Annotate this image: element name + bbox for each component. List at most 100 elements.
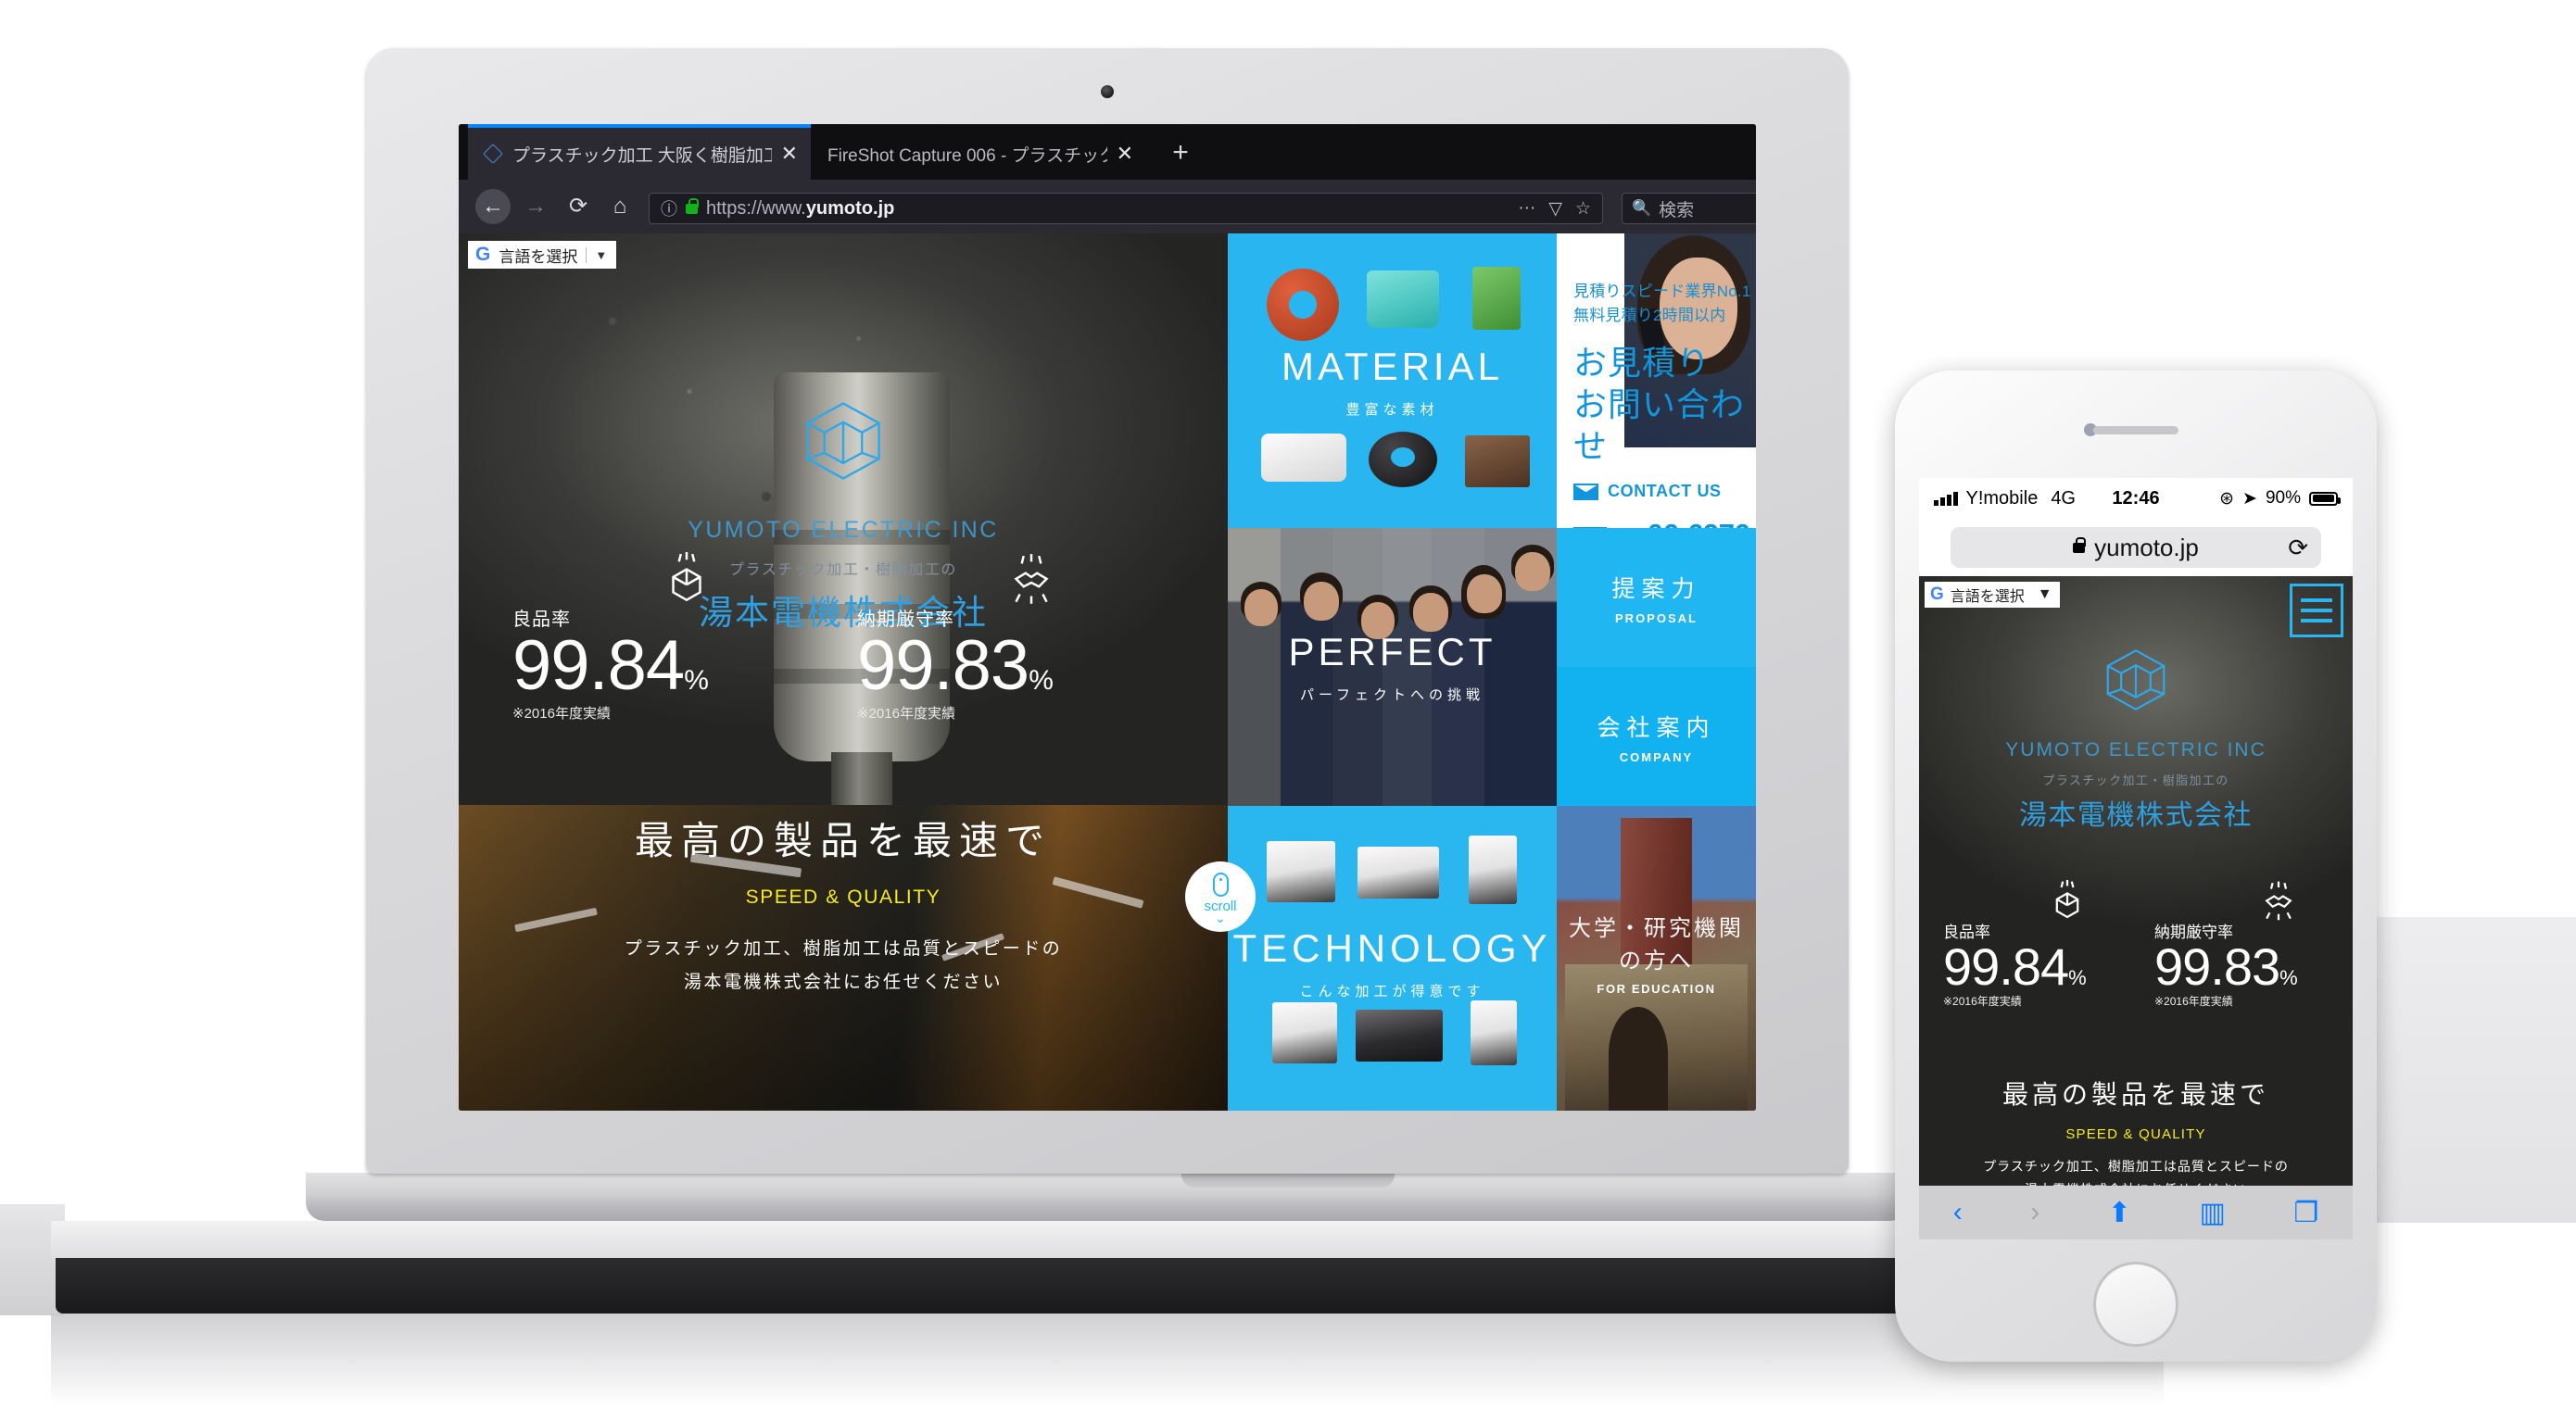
share-icon[interactable]: ⬆ bbox=[2108, 1197, 2131, 1229]
tab-title: FireShot Capture 006 - プラスチック bbox=[827, 145, 1107, 166]
tab-active[interactable]: プラスチック加工 大阪く樹脂加工 ✕ bbox=[468, 128, 811, 180]
tile-title: 提案力 bbox=[1611, 575, 1701, 602]
cnc-machine-4 bbox=[1272, 1002, 1337, 1063]
google-icon: G bbox=[475, 244, 491, 265]
tel-row[interactable]: 大阪 TEL 06-6976-33 bbox=[1573, 520, 1756, 528]
clock-label: 12:46 bbox=[2112, 487, 2160, 509]
logo-english: YUMOTO ELECTRIC INC bbox=[2005, 739, 2267, 761]
stat-quality: 良品率 99.84% ※2016年度実績 bbox=[512, 552, 709, 723]
reload-icon[interactable]: ⟳ bbox=[2288, 534, 2308, 562]
back-icon[interactable]: ‹ bbox=[1953, 1197, 1963, 1228]
tile-proposal[interactable]: 提案力 PROPOSAL bbox=[1557, 528, 1756, 667]
earpiece-speaker bbox=[2093, 426, 2178, 434]
hero-logo: YUMOTO ELECTRIC INC プラスチック加工・樹脂加工の 湯本電機株… bbox=[459, 398, 1228, 635]
url-text: https://www.yumoto.jp bbox=[706, 197, 895, 219]
hero-tagline: 最高の製品を最速で SPEED & QUALITY プラスチック加工、樹脂加工は… bbox=[459, 810, 1228, 999]
iphone-device: Y!mobile 4G 12:46 ⊛ ➤ 90% yumoto.jp ⟳ G … bbox=[1895, 371, 2377, 1362]
translate-label: 言語を選択 bbox=[499, 247, 578, 266]
chevron-down-icon[interactable]: ▼ bbox=[595, 248, 607, 262]
contact-heading: お見積り お問い合わせ bbox=[1573, 344, 1746, 465]
macbook-base bbox=[306, 1173, 1909, 1221]
stat-delivery: 納期厳守率 99.83% ※2016年度実績 bbox=[857, 554, 1054, 723]
back-icon[interactable]: ← bbox=[475, 189, 511, 224]
search-placeholder: 検索 bbox=[1659, 200, 1695, 220]
stat-value: 99.84% bbox=[1943, 937, 2087, 996]
chevron-down-icon[interactable]: ▼ bbox=[2038, 586, 2052, 603]
search-icon: 🔍 bbox=[1632, 199, 1652, 217]
cube-logo-icon bbox=[806, 402, 880, 480]
tile-title: 会社案内 bbox=[1597, 714, 1716, 741]
stat-quality: 良品率 99.84% ※2016年度実績 bbox=[1943, 880, 2087, 1009]
url-text: yumoto.jp bbox=[2094, 533, 2199, 561]
hero-section: YUMOTO ELECTRIC INC プラスチック加工・樹脂加工の 湯本電機株… bbox=[459, 233, 1228, 1111]
tagline-japanese: 最高の製品を最速で bbox=[634, 819, 1052, 862]
page-actions-icon[interactable]: ··· bbox=[1518, 198, 1535, 219]
logo-english: YUMOTO ELECTRIC INC bbox=[688, 517, 999, 543]
hamburger-menu-icon[interactable] bbox=[2290, 584, 2343, 637]
google-icon: G bbox=[1930, 585, 1944, 604]
reload-icon[interactable]: ⟳ bbox=[561, 189, 596, 224]
cnc-machine-1 bbox=[1267, 841, 1335, 902]
webcam-icon bbox=[1101, 85, 1114, 98]
address-bar[interactable]: ⓘ https://www.yumoto.jp ··· ▽ ☆ bbox=[649, 193, 1603, 224]
macbook-screen: プラスチック加工 大阪く樹脂加工 ✕ FireShot Capture 006 … bbox=[459, 124, 1756, 1111]
part-white-connector bbox=[1261, 434, 1346, 482]
tile-education[interactable]: 大学・研究機関の方へ FOR EDUCATION bbox=[1557, 806, 1756, 1111]
scene: プラスチック加工 大阪く樹脂加工 ✕ FireShot Capture 006 … bbox=[0, 0, 2576, 1408]
contact-lead: 見積りスピード業界No.1 無料見積り2時間以内 bbox=[1573, 283, 1751, 324]
forward-icon[interactable]: → bbox=[518, 189, 553, 224]
chevron-down-icon: ⌄ bbox=[1215, 910, 1226, 925]
material-heading: MATERIAL 豊富な素材 bbox=[1228, 345, 1557, 419]
mobile-tagline: 最高の製品を最速で SPEED & QUALITY プラスチック加工、樹脂加工は… bbox=[1919, 1075, 2353, 1186]
bookmarks-icon[interactable]: ▥ bbox=[2199, 1197, 2225, 1229]
tile-technology[interactable]: TECHNOLOGY こんな加工が得意です bbox=[1228, 806, 1557, 1111]
part-red-ring bbox=[1267, 269, 1339, 341]
logo-subtitle: プラスチック加工・樹脂加工の bbox=[2042, 773, 2229, 787]
navigation-toolbar: ← → ⟳ ⌂ ⓘ https://www.yumoto.jp ··· ▽ ☆ bbox=[459, 180, 1756, 233]
tile-perfect[interactable]: PERFECT パーフェクトへの挑戦 bbox=[1228, 528, 1557, 806]
macbook-notch bbox=[1181, 1173, 1395, 1188]
technology-heading: TECHNOLOGY こんな加工が得意です bbox=[1228, 926, 1557, 1000]
stat-value: 99.83% bbox=[2154, 937, 2298, 996]
google-translate-widget[interactable]: G 言語を選択 ▼ bbox=[468, 241, 617, 269]
tile-material[interactable]: MATERIAL 豊富な素材 bbox=[1228, 233, 1557, 528]
scroll-button[interactable]: scroll ⌄ bbox=[1185, 861, 1256, 932]
tile-contact[interactable]: 見積りスピード業界No.1 無料見積り2時間以内 お見積り お問い合わせ CONTA… bbox=[1557, 233, 1756, 528]
tab-inactive[interactable]: FireShot Capture 006 - プラスチック ✕ bbox=[813, 128, 1146, 180]
home-button[interactable] bbox=[2093, 1262, 2178, 1347]
telephone-list: 大阪 TEL 06-6976-33 東京 TEL 03-5426-33 bbox=[1573, 520, 1756, 528]
cnc-machine-3 bbox=[1469, 836, 1517, 904]
lock-icon bbox=[2073, 536, 2087, 553]
lock-icon bbox=[686, 197, 699, 214]
stat-note: ※2016年度実績 bbox=[857, 706, 955, 723]
macbook-lid: プラスチック加工 大阪く樹脂加工 ✕ FireShot Capture 006 … bbox=[366, 48, 1849, 1261]
tab-close-icon[interactable]: ✕ bbox=[781, 142, 798, 166]
new-tab-button[interactable]: + bbox=[1165, 139, 1196, 170]
url-pill[interactable]: yumoto.jp ⟳ bbox=[1951, 527, 2321, 568]
desk-shadow-band bbox=[56, 1258, 2159, 1314]
home-icon[interactable]: ⌂ bbox=[602, 189, 638, 224]
search-bar[interactable]: 🔍 検索 bbox=[1622, 193, 1756, 224]
logo-japanese: 湯本電機株式会社 bbox=[2019, 800, 2253, 831]
part-brown-mold bbox=[1465, 435, 1530, 487]
tabs-icon[interactable]: ❐ bbox=[2293, 1197, 2318, 1229]
handshake-icon bbox=[2265, 881, 2292, 921]
bookmark-star-icon[interactable]: ☆ bbox=[1575, 198, 1591, 220]
tile-subtitle: COMPANY bbox=[1619, 749, 1694, 764]
forward-icon[interactable]: › bbox=[2030, 1197, 2039, 1228]
contact-us-row[interactable]: CONTACT US bbox=[1573, 482, 1756, 501]
google-translate-widget[interactable]: G 言語を選択 ▼ bbox=[1925, 582, 2060, 608]
tel-city: 大阪 bbox=[1573, 527, 1607, 528]
handshake-icon bbox=[1014, 554, 1049, 604]
pocket-icon[interactable]: ▽ bbox=[1548, 198, 1562, 220]
cube-icon bbox=[672, 552, 701, 602]
hero-description: プラスチック加工、樹脂加工は品質とスピードの 湯本電機株式会社にお任せください bbox=[624, 939, 1063, 993]
tile-subtitle: FOR EDUCATION bbox=[1597, 982, 1716, 996]
page-info-icon[interactable]: ⓘ bbox=[661, 196, 677, 220]
tile-company[interactable]: 会社案内 COMPANY bbox=[1557, 667, 1756, 806]
tile-title: 大学・研究機関の方へ bbox=[1569, 916, 1744, 974]
tab-close-icon[interactable]: ✕ bbox=[1117, 142, 1133, 166]
safari-address-bar[interactable]: yumoto.jp ⟳ bbox=[1919, 519, 2353, 576]
perfect-heading: PERFECT パーフェクトへの挑戦 bbox=[1228, 528, 1557, 806]
mouse-icon bbox=[1212, 872, 1229, 897]
